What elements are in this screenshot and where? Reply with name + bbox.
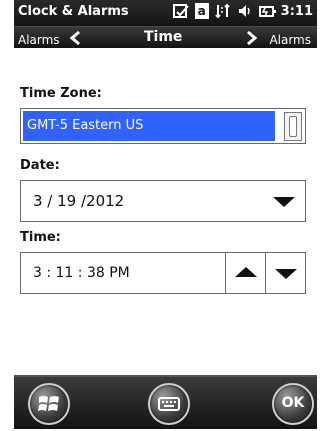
ok-button[interactable]: OK: [272, 383, 314, 425]
text-a-icon: a: [194, 3, 209, 19]
timezone-selected-row[interactable]: GMT-5 Eastern US: [23, 111, 275, 141]
timezone-scrollbar[interactable]: [284, 112, 302, 141]
time-increment-button[interactable]: [225, 253, 266, 293]
arrow-up-icon: [235, 267, 257, 277]
time-settings-panel: Time Zone: GMT-5 Eastern US Date: 3 / 19…: [14, 48, 317, 374]
date-value[interactable]: 3 / 19 /2012: [33, 192, 124, 210]
nav-next[interactable]: Alarms: [245, 30, 311, 50]
app-title: Clock & Alarms: [18, 4, 129, 19]
windows-logo-icon: [38, 396, 59, 411]
arrow-down-icon: [275, 269, 297, 279]
time-label: Time:: [20, 230, 61, 245]
volume-icon: [237, 3, 253, 19]
status-icons: a 3:11: [172, 3, 313, 19]
chevron-right-icon: [245, 30, 259, 50]
keyboard-icon: [158, 397, 180, 411]
connectivity-icon: [214, 3, 231, 19]
date-picker[interactable]: 3 / 19 /2012: [20, 180, 306, 222]
clock-time: 3:11: [280, 3, 313, 19]
chevron-left-icon: [68, 30, 82, 50]
left-rail: [0, 0, 14, 431]
soft-key-bar: OK: [14, 375, 317, 429]
right-rail: [317, 0, 327, 431]
start-button[interactable]: [28, 383, 70, 425]
scrollbar-thumb[interactable]: [289, 116, 297, 137]
nav-prev[interactable]: Alarms: [18, 30, 82, 50]
navigation-bar: Alarms Time Alarms: [14, 26, 317, 49]
nav-title: Time: [144, 29, 183, 45]
nav-prev-label: Alarms: [18, 33, 60, 47]
timezone-label: Time Zone:: [20, 86, 102, 101]
timezone-listbox[interactable]: GMT-5 Eastern US: [20, 108, 306, 144]
status-bar: Clock & Alarms a 3:11: [14, 0, 317, 26]
keyboard-button[interactable]: [148, 383, 190, 425]
time-picker[interactable]: 3 : 11 : 38 PM: [20, 252, 306, 294]
time-decrement-button[interactable]: [265, 253, 306, 293]
ok-label: OK: [281, 395, 305, 411]
nav-next-label: Alarms: [269, 33, 311, 47]
time-value[interactable]: 3 : 11 : 38 PM: [33, 265, 130, 281]
timezone-value: GMT-5 Eastern US: [27, 118, 144, 133]
battery-icon: [258, 3, 276, 19]
dropdown-arrow-icon[interactable]: [273, 197, 295, 207]
app-frame: Clock & Alarms a 3:11 Alarms Time Alarms…: [0, 0, 327, 431]
checkbox-icon: [172, 3, 189, 19]
date-label: Date:: [20, 158, 60, 173]
